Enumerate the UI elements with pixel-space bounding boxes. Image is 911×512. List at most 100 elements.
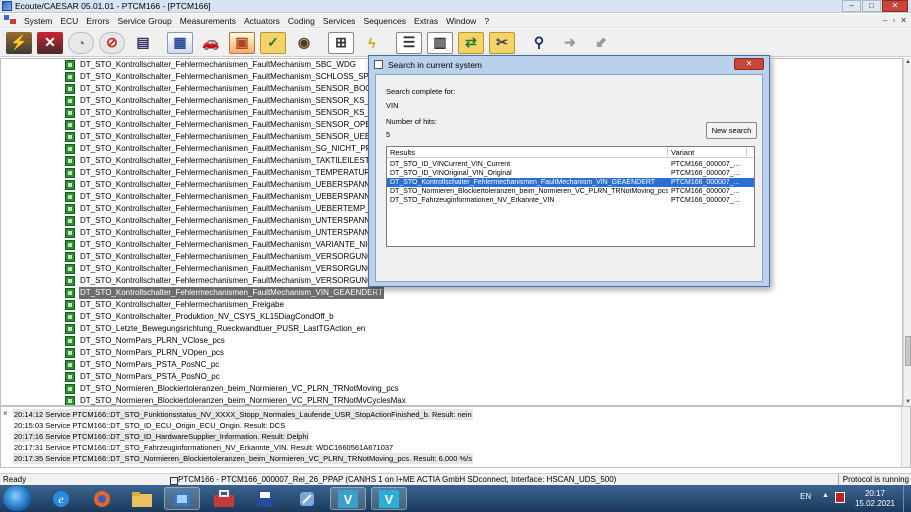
- result-row-selected[interactable]: DT_STO_Kontrollschalter_Fehlermechanisme…: [387, 178, 754, 187]
- tree-item[interactable]: DT_STO_Kontrollschalter_Fehlermechanisme…: [65, 275, 388, 287]
- eye-icon[interactable]: ◉: [291, 32, 317, 54]
- mdi-document-icon[interactable]: [4, 15, 18, 26]
- tree-item[interactable]: DT_STO_NormPars_PLRN_VClose_pcs: [65, 335, 226, 347]
- new-search-button[interactable]: New search: [706, 122, 757, 139]
- tree-item[interactable]: DT_STO_Kontrollschalter_Fehlermechanisme…: [65, 179, 389, 191]
- tree-item[interactable]: DT_STO_Kontrollschalter_Fehlermechanisme…: [65, 227, 383, 239]
- tree-item[interactable]: DT_STO_Kontrollschalter_Fehlermechanisme…: [65, 131, 393, 143]
- vediamo-icon[interactable]: V: [330, 487, 366, 510]
- menu-window[interactable]: Window: [442, 16, 480, 26]
- col-variant-header[interactable]: Variant: [668, 147, 747, 157]
- compare-icon[interactable]: ⊞: [328, 31, 354, 54]
- tree-item[interactable]: DT_STO_Normieren_Blockiertoleranzen_beim…: [65, 383, 400, 395]
- tray-expand-icon[interactable]: ▲: [822, 492, 829, 499]
- scroll-up-icon[interactable]: ▲: [904, 58, 911, 66]
- ie-icon[interactable]: e: [43, 487, 79, 510]
- tree-item-selected[interactable]: DT_STO_Kontrollschalter_Fehlermechanisme…: [65, 287, 384, 299]
- measure-icon[interactable]: ▣: [229, 31, 255, 54]
- results-list[interactable]: Results Variant DT_STO_ID_VINCurrent_VIN…: [386, 146, 755, 247]
- dialog-titlebar[interactable]: Search in current system: [369, 56, 769, 73]
- tree-item[interactable]: DT_STO_Kontrollschalter_Fehlermechanisme…: [65, 155, 391, 167]
- tree-item[interactable]: DT_STO_Kontrollschalter_Fehlermechanisme…: [65, 95, 388, 107]
- menu-services[interactable]: Services: [319, 16, 360, 26]
- export-icon[interactable]: ➜: [557, 32, 583, 54]
- gauge-off-icon[interactable]: ⊘: [99, 31, 125, 54]
- binoculars-icon[interactable]: ⚲: [526, 32, 552, 54]
- tree-item[interactable]: DT_STO_Kontrollschalter_Fehlermechanisme…: [65, 107, 391, 119]
- save-icon[interactable]: [247, 487, 283, 510]
- tree-item[interactable]: DT_STO_Kontrollschalter_Fehlermechanisme…: [65, 203, 389, 215]
- maximize-button[interactable]: □: [862, 0, 881, 12]
- toolbox-icon[interactable]: [206, 487, 242, 510]
- tree-scrollbar[interactable]: ▲ ▼: [903, 58, 911, 406]
- result-row[interactable]: DT_STO_ID_VINCurrent_VIN_Current PTCM166_…: [387, 160, 754, 169]
- tree-item[interactable]: DT_STO_Kontrollschalter_Fehlermechanisme…: [65, 239, 385, 251]
- mdi-restore-button[interactable]: ▫: [892, 14, 895, 28]
- menu-measurements[interactable]: Measurements: [176, 16, 240, 26]
- disconnect-icon[interactable]: ✕: [37, 31, 63, 54]
- firefox-icon[interactable]: [84, 487, 120, 510]
- menu-actuators[interactable]: Actuators: [240, 16, 284, 26]
- scroll-thumb[interactable]: [905, 336, 911, 366]
- lightning-icon[interactable]: ϟ: [359, 32, 385, 54]
- menu-ecu[interactable]: ECU: [56, 16, 82, 26]
- tree-item[interactable]: DT_STO_Kontrollschalter_Fehlermechanisme…: [65, 191, 389, 203]
- result-row[interactable]: DT_STO_Normieren_Blockiertoleranzen_beim…: [387, 187, 754, 196]
- tree-item[interactable]: DT_STO_Kontrollschalter_Fehlermechanisme…: [65, 71, 387, 83]
- log-panel[interactable]: × 20:14:12 Service PTCM166::DT_STO_Funkt…: [0, 406, 911, 468]
- mdi-close-button[interactable]: ✕: [900, 14, 907, 28]
- explorer-icon[interactable]: [124, 487, 160, 510]
- menu-help[interactable]: ?: [480, 16, 493, 26]
- result-row[interactable]: DT_STO_Fahrzeuginformationen_NV_Erkannte…: [387, 196, 754, 205]
- folder-check-icon[interactable]: ✓: [260, 31, 286, 54]
- log-close-button[interactable]: ×: [3, 409, 8, 418]
- tree-item[interactable]: DT_STO_Kontrollschalter_Fehlermechanisme…: [65, 299, 285, 311]
- close-window-button[interactable]: ✕: [882, 0, 908, 12]
- tree-item[interactable]: DT_STO_NormPars_PSTA_PosNO_pc: [65, 371, 221, 383]
- sequence-icon[interactable]: ⇄: [458, 31, 484, 54]
- tray-language[interactable]: EN: [800, 492, 811, 501]
- tools-icon[interactable]: ✂: [489, 31, 515, 54]
- minimize-button[interactable]: –: [842, 0, 861, 12]
- table-icon[interactable]: ▥: [427, 31, 453, 54]
- tree-item[interactable]: DT_STO_Kontrollschalter_Fehlermechanisme…: [65, 59, 357, 71]
- tree-item[interactable]: DT_STO_Normieren_Blockiertoleranzen_beim…: [65, 395, 407, 405]
- tree-item[interactable]: DT_STO_Kontrollschalter_Fehlermechanisme…: [65, 83, 388, 95]
- tree-item[interactable]: DT_STO_Kontrollschalter_Fehlermechanisme…: [65, 215, 383, 227]
- dialog-close-button[interactable]: ✕: [734, 58, 764, 70]
- tree-item[interactable]: DT_STO_Kontrollschalter_Fehlermechanisme…: [65, 143, 385, 155]
- menu-extras[interactable]: Extras: [410, 16, 442, 26]
- tree-item[interactable]: DT_STO_Letzte_Bewegungsrichtung_Rueckwan…: [65, 323, 366, 335]
- media-icon[interactable]: [164, 487, 200, 510]
- remote-icon[interactable]: [289, 487, 325, 510]
- menu-coding[interactable]: Coding: [284, 16, 319, 26]
- vector-icon[interactable]: V: [371, 487, 407, 510]
- ecu-icon[interactable]: ▤: [130, 32, 156, 54]
- log-scrollbar[interactable]: [901, 407, 910, 467]
- menu-sequences[interactable]: Sequences: [359, 16, 410, 26]
- tree-item[interactable]: DT_STO_Kontrollschalter_Fehlermechanisme…: [65, 119, 388, 131]
- gauge-icon[interactable]: ◔: [68, 31, 94, 54]
- menu-service-group[interactable]: Service Group: [113, 16, 175, 26]
- scroll-down-icon[interactable]: ▼: [904, 398, 911, 406]
- tree-item[interactable]: DT_STO_NormPars_PLRN_VOpen_pcs: [65, 347, 225, 359]
- menu-errors[interactable]: Errors: [82, 16, 113, 26]
- menu-system[interactable]: System: [20, 16, 56, 26]
- list-icon[interactable]: ☰: [396, 31, 422, 54]
- result-row[interactable]: DT_STO_ID_VINOriginal_VIN_Original PTCM16…: [387, 169, 754, 178]
- connect-icon[interactable]: ⚡: [6, 31, 32, 54]
- import-icon[interactable]: ⬋: [588, 32, 614, 54]
- tray-clock[interactable]: 20:17 15.02.2021: [852, 489, 898, 509]
- start-button[interactable]: [3, 486, 31, 511]
- tree-item[interactable]: DT_STO_Kontrollschalter_Fehlermechanisme…: [65, 263, 390, 275]
- car-icon[interactable]: 🚗: [198, 32, 224, 54]
- flash-icon[interactable]: ▦: [167, 31, 193, 54]
- show-desktop-button[interactable]: [903, 485, 911, 512]
- tree-item[interactable]: DT_STO_Kontrollschalter_Produktion_NV_CS…: [65, 311, 335, 323]
- tree-item[interactable]: DT_STO_NormPars_PSTA_PosNC_pc: [65, 359, 220, 371]
- tree-item[interactable]: DT_STO_Kontrollschalter_Fehlermechanisme…: [65, 251, 390, 263]
- action-center-icon[interactable]: [835, 492, 845, 503]
- mdi-minimize-button[interactable]: –: [883, 14, 887, 28]
- col-results-header[interactable]: Results: [387, 147, 668, 157]
- tree-item[interactable]: DT_STO_Kontrollschalter_Fehlermechanisme…: [65, 167, 387, 179]
